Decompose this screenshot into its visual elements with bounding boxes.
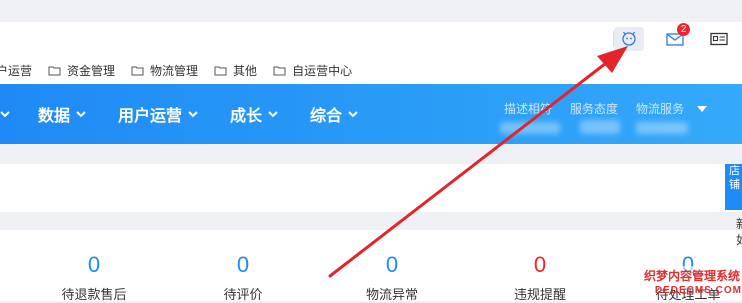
red-annotation-arrow bbox=[328, 46, 628, 278]
watermark-line: 织梦内容管理系统 bbox=[641, 266, 742, 285]
arrow-shaft bbox=[328, 58, 612, 278]
site-watermark: 织梦内容管理系统 DEDECMS.COM bbox=[628, 266, 742, 296]
watermark-line: DEDECMS.COM bbox=[654, 285, 742, 296]
arrow-head bbox=[597, 46, 628, 73]
